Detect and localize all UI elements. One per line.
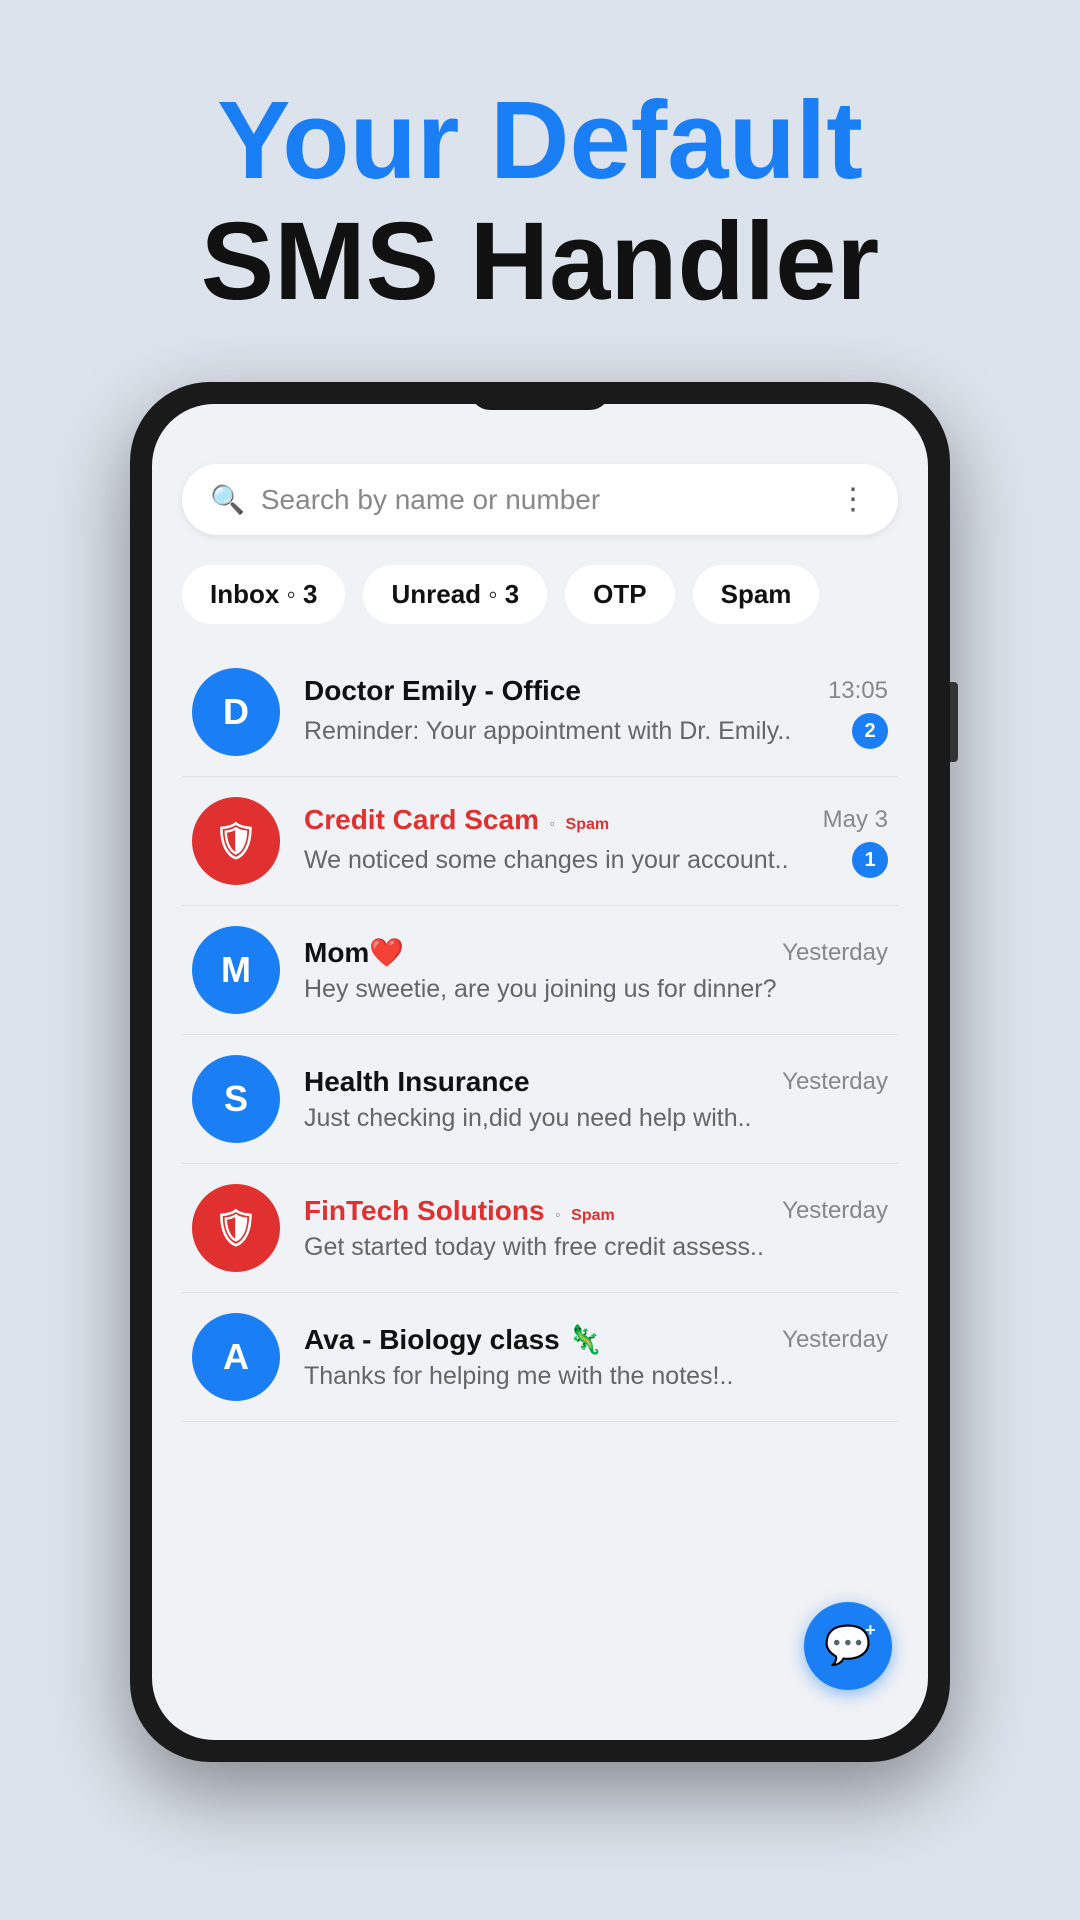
tab-otp[interactable]: OTP [565,565,674,624]
filter-tabs: Inbox ◦ 3 Unread ◦ 3 OTP Spam [182,565,898,624]
msg-header: Health Insurance Yesterday [304,1066,888,1098]
avatar-letter: A [223,1336,249,1378]
message-item-credit-card-scam[interactable]: 🛡 Credit Card Scam ◦ Spam May 3 We notic… [182,777,898,906]
search-input[interactable]: Search by name or number [261,484,838,516]
search-icon: 🔍 [210,483,245,516]
msg-preview: Just checking in,did you need help with.… [304,1104,888,1133]
separator: ◦ [545,816,560,833]
msg-name: Doctor Emily - Office [304,675,581,706]
msg-time: 13:05 [828,677,888,705]
msg-preview: Hey sweetie, are you joining us for dinn… [304,975,888,1004]
message-list: D Doctor Emily - Office 13:05 Reminder: … [182,648,898,1720]
separator: ◦ [551,1207,566,1224]
unread-badge: 1 [852,842,888,878]
avatar: A [192,1313,280,1401]
msg-name: Ava - Biology class 🦎 [304,1324,602,1355]
msg-time: Yesterday [782,939,888,967]
msg-header: Ava - Biology class 🦎 Yesterday [304,1323,888,1356]
avatar: S [192,1055,280,1143]
msg-name: Mom❤️ [304,937,404,968]
msg-time: May 3 [823,806,888,834]
message-item-doctor-emily[interactable]: D Doctor Emily - Office 13:05 Reminder: … [182,648,898,777]
spam-label: Spam [571,1207,615,1224]
msg-preview-row: We noticed some changes in your account.… [304,842,888,878]
headline-section: Your Default SMS Handler [201,80,879,322]
msg-content: Credit Card Scam ◦ Spam May 3 We noticed… [304,804,888,878]
phone-screen: 🔍 Search by name or number ⋮ Inbox ◦ 3 U… [152,404,928,1740]
shield-icon: 🛡 [213,820,259,862]
avatar: M [192,926,280,1014]
message-item-mom[interactable]: M Mom❤️ Yesterday Hey sweetie, are you j… [182,906,898,1035]
headline-line1: Your Default [201,80,879,201]
avatar: 🛡 [192,797,280,885]
msg-preview-row: Get started today with free credit asses… [304,1233,888,1262]
msg-content: Doctor Emily - Office 13:05 Reminder: Yo… [304,675,888,749]
msg-name-wrap: Credit Card Scam ◦ Spam [304,804,609,836]
tab-unread[interactable]: Unread ◦ 3 [363,565,547,624]
msg-name-wrap: Doctor Emily - Office [304,675,581,707]
msg-header: Doctor Emily - Office 13:05 [304,675,888,707]
msg-name: Credit Card Scam [304,804,539,835]
msg-name-wrap: Ava - Biology class 🦎 [304,1323,602,1356]
msg-name-wrap: FinTech Solutions ◦ Spam [304,1195,615,1227]
msg-preview-row: Just checking in,did you need help with.… [304,1104,888,1133]
msg-header: Mom❤️ Yesterday [304,936,888,969]
message-item-health-insurance[interactable]: S Health Insurance Yesterday Just checki… [182,1035,898,1164]
tab-inbox[interactable]: Inbox ◦ 3 [182,565,345,624]
more-options-icon[interactable]: ⋮ [838,482,870,517]
tab-spam[interactable]: Spam [693,565,820,624]
msg-content: Health Insurance Yesterday Just checking… [304,1066,888,1133]
avatar: 🛡 [192,1184,280,1272]
new-message-fab[interactable]: 💬+ [804,1602,892,1690]
msg-time: Yesterday [782,1326,888,1354]
phone-frame: 🔍 Search by name or number ⋮ Inbox ◦ 3 U… [130,382,950,1762]
msg-content: FinTech Solutions ◦ Spam Yesterday Get s… [304,1195,888,1262]
phone-side-button [950,682,958,762]
avatar-letter: S [224,1078,248,1120]
msg-name: FinTech Solutions [304,1195,545,1226]
unread-badge: 2 [852,713,888,749]
msg-time: Yesterday [782,1068,888,1096]
msg-preview: We noticed some changes in your account.… [304,846,840,875]
headline-line2: SMS Handler [201,201,879,322]
avatar: D [192,668,280,756]
message-item-fintech-solutions[interactable]: 🛡 FinTech Solutions ◦ Spam Yesterday Get… [182,1164,898,1293]
msg-name: Health Insurance [304,1066,530,1097]
msg-time: Yesterday [782,1197,888,1225]
phone-notch [470,382,610,410]
msg-header: Credit Card Scam ◦ Spam May 3 [304,804,888,836]
msg-content: Mom❤️ Yesterday Hey sweetie, are you joi… [304,936,888,1004]
msg-preview: Reminder: Your appointment with Dr. Emil… [304,717,840,746]
message-item-ava-biology[interactable]: A Ava - Biology class 🦎 Yesterday Thanks… [182,1293,898,1422]
msg-preview-row: Reminder: Your appointment with Dr. Emil… [304,713,888,749]
msg-name-wrap: Mom❤️ [304,936,404,969]
spam-label: Spam [566,816,610,833]
app-content: 🔍 Search by name or number ⋮ Inbox ◦ 3 U… [152,444,928,1740]
msg-preview: Get started today with free credit asses… [304,1233,888,1262]
msg-preview-row: Thanks for helping me with the notes!.. [304,1362,888,1391]
avatar-letter: D [223,691,249,733]
shield-icon: 🛡 [213,1207,259,1249]
msg-header: FinTech Solutions ◦ Spam Yesterday [304,1195,888,1227]
msg-preview-row: Hey sweetie, are you joining us for dinn… [304,975,888,1004]
avatar-letter: M [221,949,251,991]
msg-preview: Thanks for helping me with the notes!.. [304,1362,888,1391]
phone-mockup: 🔍 Search by name or number ⋮ Inbox ◦ 3 U… [130,382,950,1762]
msg-content: Ava - Biology class 🦎 Yesterday Thanks f… [304,1323,888,1391]
search-bar[interactable]: 🔍 Search by name or number ⋮ [182,464,898,535]
msg-name-wrap: Health Insurance [304,1066,530,1098]
compose-icon: 💬+ [824,1624,871,1668]
